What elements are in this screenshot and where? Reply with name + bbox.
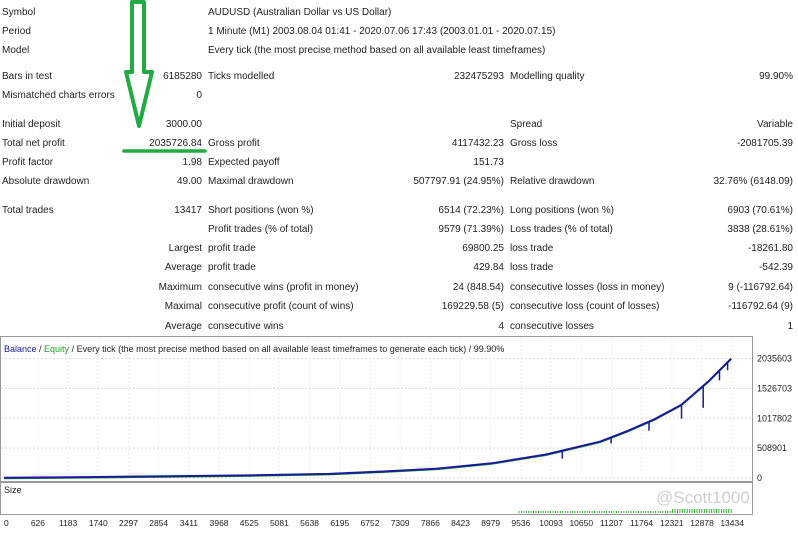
legend-sep: / [37, 344, 45, 354]
annotation-arrow [122, 0, 207, 153]
x-tick-label: 626 [31, 518, 45, 528]
x-tick-label: 13434 [720, 518, 744, 528]
x-tick-label: 3968 [210, 518, 229, 528]
x-tick-label: 8423 [451, 518, 470, 528]
x-tick-label: 8979 [481, 518, 500, 528]
x-tick-label: 5081 [270, 518, 289, 528]
x-tick-label: 11764 [630, 518, 653, 528]
x-tick-label: 7866 [421, 518, 440, 528]
x-tick-label: 11207 [600, 518, 623, 528]
y-tick-label: 2035603 [757, 354, 792, 364]
y-tick-labels: 0 508901 1017802 1526703 2035603 [757, 354, 792, 483]
x-tick-label: 7309 [391, 518, 410, 528]
x-tick-label: 6195 [330, 518, 349, 528]
x-tick-label: 10093 [539, 518, 563, 528]
x-tick-label: 0 [4, 518, 9, 528]
legend-text: / Every tick (the most precise method ba… [69, 344, 504, 354]
size-chart-frame [0, 482, 753, 515]
y-tick-label: 508901 [757, 443, 787, 453]
watermark: @Scott1000 [656, 488, 750, 507]
x-tick-label: 2297 [119, 518, 138, 528]
x-tick-label: 12878 [690, 518, 714, 528]
x-tick-label: 12321 [660, 518, 684, 528]
x-tick-label: 1740 [89, 518, 108, 528]
x-tick-label: 4525 [240, 518, 259, 528]
x-tick-label: 2854 [149, 518, 168, 528]
x-tick-label: 10650 [569, 518, 593, 528]
x-tick-labels: 0 626 1183 1740 2297 2854 3411 3968 4525 5081 5638… [4, 518, 744, 528]
y-tick-label: 0 [757, 473, 762, 483]
x-tick-label: 5638 [300, 518, 319, 528]
size-label: Size [4, 485, 22, 495]
chart-legend: Balance / Equity / Every tick (the most … [4, 344, 504, 354]
x-tick-label: 6752 [361, 518, 380, 528]
legend-equity: Equity [44, 344, 70, 354]
x-tick-label: 3411 [180, 518, 199, 528]
x-tick-label: 9536 [511, 518, 530, 528]
y-tick-label: 1526703 [757, 383, 792, 393]
x-tick-label: 1183 [59, 518, 78, 528]
legend-balance: Balance [4, 344, 37, 354]
arrow-shape [124, 0, 154, 128]
y-tick-label: 1017802 [757, 413, 792, 423]
